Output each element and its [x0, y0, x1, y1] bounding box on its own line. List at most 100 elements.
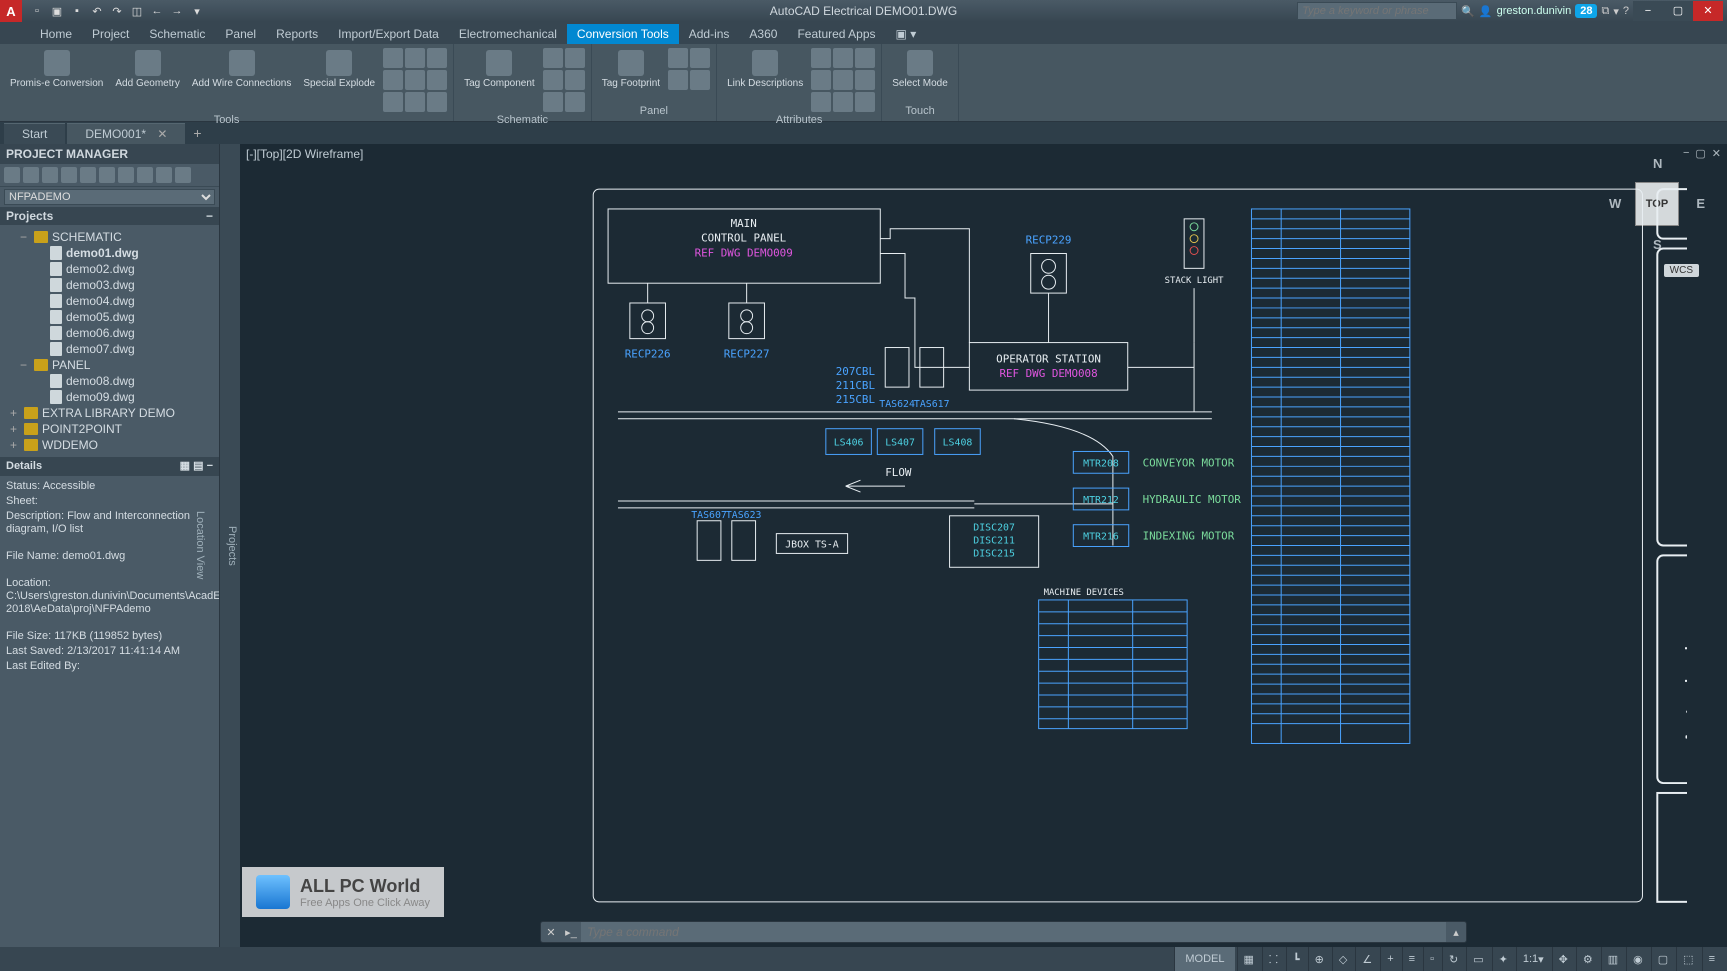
attr-small-8[interactable]	[833, 92, 853, 112]
qat-plot-icon[interactable]: ◫	[128, 2, 146, 20]
status-hw-icon[interactable]: ◉	[1626, 947, 1649, 971]
tool-small-5[interactable]	[405, 70, 425, 90]
status-sel-icon[interactable]: ▭	[1466, 947, 1489, 971]
tree-file-demo01[interactable]: demo01.dwg	[2, 245, 217, 261]
pm-tool-5[interactable]	[80, 167, 96, 183]
attr-small-6[interactable]	[855, 70, 875, 90]
sch-small-1[interactable]	[543, 48, 563, 68]
doctab-demo001[interactable]: DEMO001* ✕	[67, 123, 185, 144]
special-explode-button[interactable]: Special Explode	[299, 48, 379, 91]
attr-small-9[interactable]	[855, 92, 875, 112]
vp-close-icon[interactable]: ✕	[1712, 147, 1721, 160]
pnl-small-4[interactable]	[690, 70, 710, 90]
tree-file-demo07[interactable]: demo07.dwg	[2, 341, 217, 357]
status-scale[interactable]: 1:1 ▾	[1516, 947, 1550, 971]
status-mon-icon[interactable]: ▥	[1601, 947, 1624, 971]
signin-icon[interactable]: 👤	[1479, 5, 1493, 18]
collapse-icon[interactable]: −	[206, 209, 213, 223]
user-name[interactable]: greston.dunivin	[1497, 5, 1572, 17]
status-polar-icon[interactable]: ⊕	[1308, 947, 1330, 971]
side-tab-projects[interactable]: Projects	[226, 152, 238, 939]
tab-panel[interactable]: Panel	[215, 24, 266, 44]
pm-tool-help[interactable]	[175, 167, 191, 183]
status-custom-icon[interactable]: ≡	[1702, 947, 1721, 971]
attr-small-4[interactable]	[811, 70, 831, 90]
qat-open-icon[interactable]: ▣	[48, 2, 66, 20]
pm-tool-1[interactable]	[4, 167, 20, 183]
qat-back-icon[interactable]: ←	[148, 2, 166, 20]
promise-conversion-button[interactable]: Promis-e Conversion	[6, 48, 107, 91]
qat-fwd-icon[interactable]: →	[168, 2, 186, 20]
sch-small-2[interactable]	[565, 48, 585, 68]
status-ortho-icon[interactable]: ┗	[1286, 947, 1306, 971]
add-geometry-button[interactable]: Add Geometry	[111, 48, 183, 91]
status-model-button[interactable]: MODEL	[1174, 947, 1234, 971]
qat-new-icon[interactable]: ▫	[28, 2, 46, 20]
tab-import-export[interactable]: Import/Export Data	[328, 24, 449, 44]
tree-panel[interactable]: −PANEL	[2, 357, 217, 373]
pm-tool-8[interactable]	[137, 167, 153, 183]
qat-save-icon[interactable]: ▪	[68, 2, 86, 20]
status-iso-icon[interactable]: ⬚	[1676, 947, 1699, 971]
attr-small-3[interactable]	[855, 48, 875, 68]
tree-point2point[interactable]: +POINT2POINT	[2, 421, 217, 437]
cmd-history-icon[interactable]: ▴	[1446, 926, 1466, 939]
pm-tool-3[interactable]	[42, 167, 58, 183]
status-clean-icon[interactable]: ▢	[1651, 947, 1674, 971]
exchange-icon[interactable]: ⧉	[1601, 5, 1609, 18]
attr-small-2[interactable]	[833, 48, 853, 68]
pm-tool-4[interactable]	[61, 167, 77, 183]
status-osnap-icon[interactable]: ◇	[1332, 947, 1353, 971]
status-ann-icon[interactable]: ✥	[1552, 947, 1574, 971]
tab-reports[interactable]: Reports	[266, 24, 328, 44]
minimize-button[interactable]: −	[1633, 1, 1663, 21]
cmd-close-icon[interactable]: ✕	[541, 926, 561, 939]
pnl-small-1[interactable]	[668, 48, 688, 68]
attr-small-7[interactable]	[811, 92, 831, 112]
tab-featured-apps[interactable]: Featured Apps	[787, 24, 885, 44]
tree-schematic[interactable]: −SCHEMATIC	[2, 229, 217, 245]
sch-small-4[interactable]	[565, 70, 585, 90]
status-snap-icon[interactable]: ⸬	[1262, 947, 1284, 971]
tool-small-1[interactable]	[383, 48, 403, 68]
status-grid-icon[interactable]: ▦	[1237, 947, 1260, 971]
tab-a360[interactable]: A360	[739, 24, 787, 44]
link-descriptions-button[interactable]: Link Descriptions	[723, 48, 807, 91]
doctab-start[interactable]: Start	[4, 123, 65, 144]
tree-extra-library[interactable]: +EXTRA LIBRARY DEMO	[2, 405, 217, 421]
status-gizmo-icon[interactable]: ✦	[1492, 947, 1514, 971]
viewport-label[interactable]: [-][Top][2D Wireframe]	[246, 147, 363, 161]
tag-footprint-button[interactable]: Tag Footprint	[598, 48, 664, 91]
tab-home[interactable]: Home	[30, 24, 82, 44]
close-tab-icon[interactable]: ✕	[157, 127, 167, 141]
tab-project[interactable]: Project	[82, 24, 139, 44]
sch-small-5[interactable]	[543, 92, 563, 112]
pm-tool-9[interactable]	[156, 167, 172, 183]
status-lwt-icon[interactable]: ≡	[1402, 947, 1421, 971]
attr-small-1[interactable]	[811, 48, 831, 68]
add-tab-button[interactable]: +	[187, 125, 207, 141]
tool-small-9[interactable]	[427, 92, 447, 112]
sch-small-3[interactable]	[543, 70, 563, 90]
status-cycle-icon[interactable]: ↻	[1442, 947, 1464, 971]
tree-file-demo04[interactable]: demo04.dwg	[2, 293, 217, 309]
help-icon[interactable]: ?	[1623, 5, 1629, 17]
tool-small-8[interactable]	[405, 92, 425, 112]
status-trans-icon[interactable]: ▫	[1423, 947, 1440, 971]
tool-small-7[interactable]	[383, 92, 403, 112]
maximize-button[interactable]: ▢	[1663, 1, 1693, 21]
status-dyn-icon[interactable]: +	[1380, 947, 1399, 971]
tree-file-demo08[interactable]: demo08.dwg	[2, 373, 217, 389]
tree-file-demo02[interactable]: demo02.dwg	[2, 261, 217, 277]
tool-small-4[interactable]	[383, 70, 403, 90]
tree-wddemo[interactable]: +WDDEMO	[2, 437, 217, 453]
pnl-small-3[interactable]	[668, 70, 688, 90]
help-search-input[interactable]	[1297, 2, 1457, 20]
tool-small-6[interactable]	[427, 70, 447, 90]
pm-tool-6[interactable]	[99, 167, 115, 183]
tab-addins[interactable]: Add-ins	[679, 24, 740, 44]
tool-small-3[interactable]	[427, 48, 447, 68]
tab-schematic[interactable]: Schematic	[139, 24, 215, 44]
drawing-canvas[interactable]: [-][Top][2D Wireframe] − ▢ ✕ N S W E TOP…	[240, 144, 1727, 947]
tree-file-demo03[interactable]: demo03.dwg	[2, 277, 217, 293]
